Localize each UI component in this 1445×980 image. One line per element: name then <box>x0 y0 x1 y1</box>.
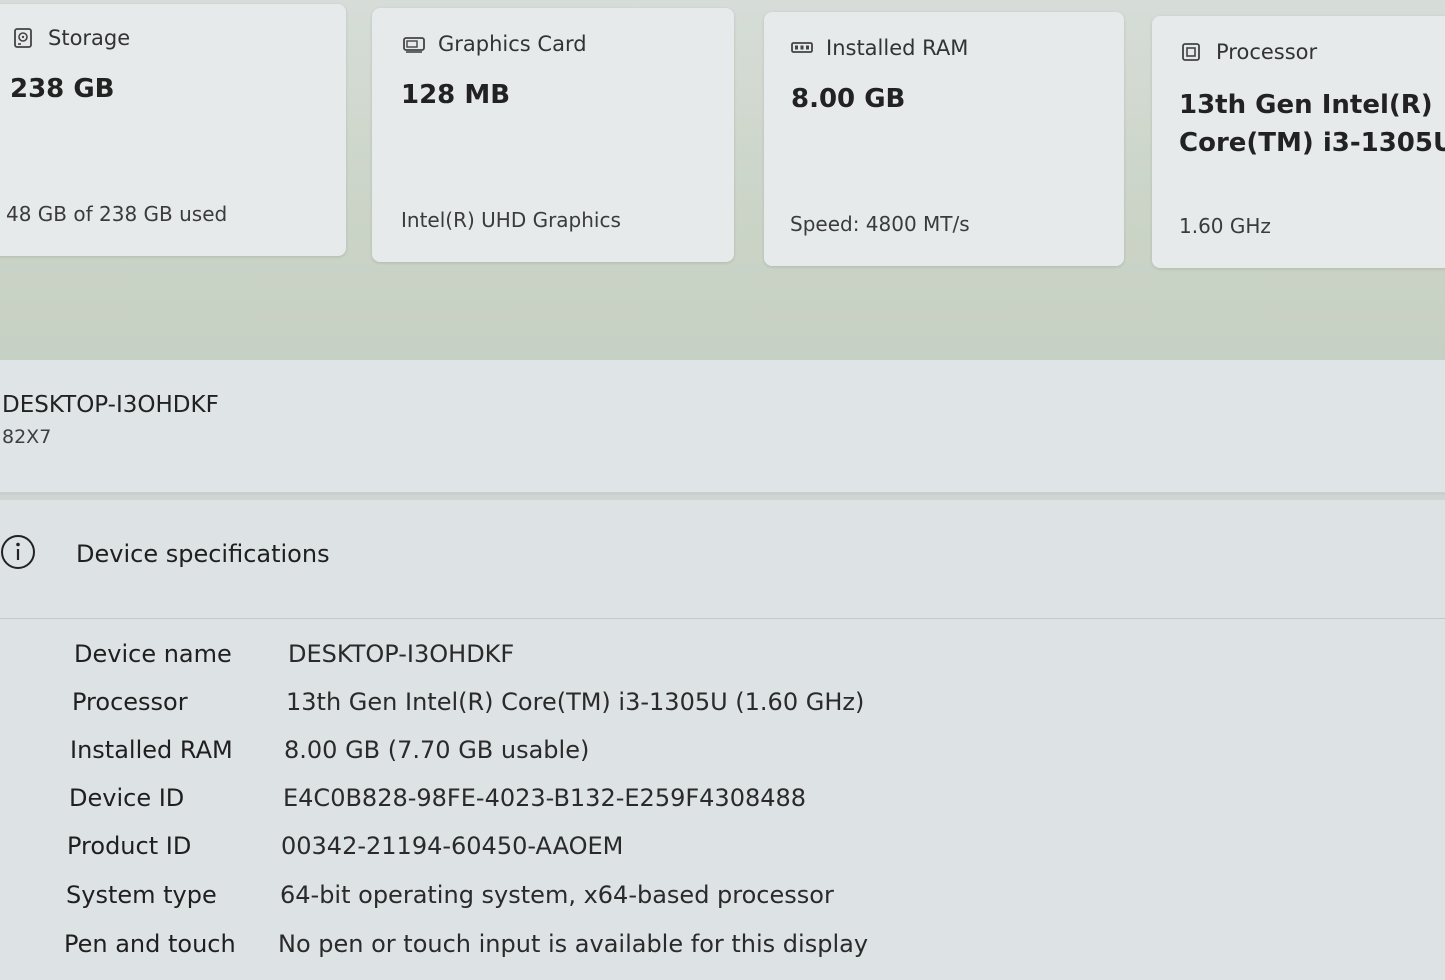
spec-value: E4C0B828-98FE-4023-B132-E259F4308488 <box>283 784 807 812</box>
spec-row-processor: Processor 13th Gen Intel(R) Core(TM) i3-… <box>72 688 864 716</box>
graphics-card-icon <box>402 33 425 55</box>
graphics-card-label: Graphics Card <box>438 32 587 56</box>
spec-row-system-type: System type 64-bit operating system, x64… <box>66 881 834 909</box>
spec-value: 64-bit operating system, x64-based proce… <box>280 881 834 909</box>
spec-row-device-name: Device name DESKTOP-I3OHDKF <box>74 640 514 668</box>
installed-ram-header: Installed RAM <box>790 36 968 60</box>
spec-label: System type <box>66 881 217 909</box>
spec-label: Installed RAM <box>70 736 233 764</box>
spec-row-installed-ram: Installed RAM 8.00 GB (7.70 GB usable) <box>70 736 589 764</box>
graphics-card-model: Intel(R) UHD Graphics <box>401 208 621 232</box>
device-name-heading: DESKTOP-I3OHDKF <box>2 392 219 418</box>
device-specifications-header[interactable]: Device specifications <box>0 500 1445 619</box>
ram-icon <box>790 37 813 59</box>
spec-label: Device name <box>74 640 232 668</box>
spec-value: 13th Gen Intel(R) Core(TM) i3-1305U (1.6… <box>286 688 865 716</box>
graphics-card-header: Graphics Card <box>402 32 587 56</box>
spec-value: No pen or touch input is available for t… <box>278 930 869 958</box>
spec-label: Product ID <box>67 832 192 860</box>
installed-ram-value: 8.00 GB <box>791 84 906 114</box>
installed-ram-speed: Speed: 4800 MT/s <box>790 212 970 236</box>
spec-row-device-id: Device ID E4C0B828-98FE-4023-B132-E259F4… <box>69 784 806 812</box>
graphics-card-card[interactable]: Graphics Card 128 MB Intel(R) UHD Graphi… <box>372 8 734 262</box>
spec-row-product-id: Product ID 00342-21194-60450-AAOEM <box>67 832 623 860</box>
storage-card-usage: 48 GB of 238 GB used <box>6 202 228 226</box>
processor-name-line-1: 13th Gen Intel(R) <box>1179 90 1433 120</box>
spec-value: 8.00 GB (7.70 GB usable) <box>284 736 590 764</box>
device-specifications-panel: Device specifications Device name DESKTO… <box>0 500 1445 980</box>
storage-icon <box>12 27 34 49</box>
storage-card-label: Storage <box>48 26 131 50</box>
processor-card-label: Processor <box>1216 40 1318 64</box>
storage-card-header: Storage <box>12 26 130 50</box>
device-specifications-title: Device specifications <box>76 540 330 568</box>
processor-icon <box>1180 41 1202 63</box>
installed-ram-label: Installed RAM <box>826 36 969 60</box>
hardware-summary-cards: Storage 238 GB 48 GB of 238 GB used Grap… <box>0 0 1445 360</box>
device-rename-row[interactable]: DESKTOP-I3OHDKF 82X7 <box>0 360 1445 495</box>
processor-card-speed: 1.60 GHz <box>1179 214 1271 238</box>
spec-label: Processor <box>72 688 188 716</box>
spec-value: DESKTOP-I3OHDKF <box>288 640 515 668</box>
processor-name-line-2: Core(TM) i3-1305U <box>1179 128 1445 158</box>
installed-ram-card[interactable]: Installed RAM 8.00 GB Speed: 4800 MT/s <box>764 12 1124 266</box>
processor-card-value: 13th Gen Intel(R) Core(TM) i3-1305U <box>1179 86 1445 162</box>
storage-card-value: 238 GB <box>10 74 115 104</box>
device-model: 82X7 <box>2 426 52 448</box>
storage-card[interactable]: Storage 238 GB 48 GB of 238 GB used <box>0 4 346 256</box>
spec-label: Pen and touch <box>64 930 236 958</box>
spec-label: Device ID <box>69 784 185 812</box>
graphics-card-value: 128 MB <box>401 80 511 110</box>
spec-row-pen-and-touch: Pen and touch No pen or touch input is a… <box>64 930 868 958</box>
processor-card-header: Processor <box>1180 40 1317 64</box>
info-icon <box>0 534 36 570</box>
processor-card[interactable]: Processor 13th Gen Intel(R) Core(TM) i3-… <box>1152 16 1445 268</box>
spec-value: 00342-21194-60450-AAOEM <box>281 832 624 860</box>
